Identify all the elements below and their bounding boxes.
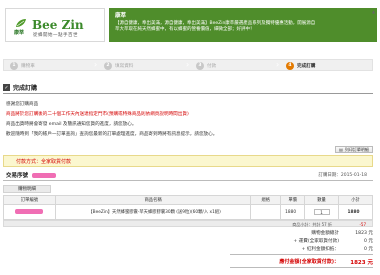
quantity-value: 1 <box>313 208 330 215</box>
followup-notice: 歡迎隨時到「我的帳戶一訂單查詢」查詢您最新的訂單處理進度，商品寄到時將有訊息提示… <box>6 132 218 137</box>
total-row: + 紅利金額扣抵： 0 元 <box>229 246 373 252</box>
order-id-cell <box>3 204 56 220</box>
step-label: 付款 <box>207 63 217 69</box>
chevron-right-icon: › <box>276 60 280 69</box>
check-icon: ✓ <box>3 84 10 91</box>
step-number: 4 <box>286 61 294 70</box>
print-button-label: 列印訂單明細 <box>344 146 369 152</box>
column-header: 商品名稱 <box>54 195 252 205</box>
email-notice: 商品出貨時將會寄發 email 及簡訊通知您貨的進度，請您放心。 <box>6 122 137 127</box>
print-order-button[interactable]: ▤ 列印訂單明細 <box>335 146 373 153</box>
leaf-icon <box>16 19 26 27</box>
column-header: 訂單編號 <box>3 195 56 205</box>
announcement-banner: 康萃 【源自健康，奉出美滿，源自健康，奉出美滿】BeeZin康萃嚴選產品系列及獨… <box>109 8 377 42</box>
order-items-table: 訂單編號 商品名稱 規格 單價 數量 小計 【BeeZin】天然蜂蜜膠囊-萃天蜂… <box>3 195 373 220</box>
banner-line: 萃大萃取在純天然蜂蜜中，有以蜂蜜的營養價值，細微全部；好評中！ <box>115 27 255 32</box>
table-row: 【BeeZin】天然蜂蜜膠囊-萃天蜂膠膠囊30顆 (送9粒)(60顆/入 x1組… <box>3 204 373 220</box>
discount-value: -57 <box>359 222 366 227</box>
divider <box>230 254 373 255</box>
bonus-label: + 紅利金額扣抵： <box>301 247 339 252</box>
column-header: 單價 <box>280 195 306 205</box>
step-payment: 3 付款 <box>196 61 216 70</box>
payment-method-box: 付款方式：全家取貨付款 <box>3 155 373 167</box>
delivery-notice: 商品將於您訂購後的二十個工作天內送達指定門市(預購或特殊商品則依網頁說明時間出貨… <box>6 112 189 117</box>
step-number: 1 <box>10 61 18 70</box>
column-header: 數量 <box>304 195 340 205</box>
price-cell: 1880 <box>280 204 306 220</box>
brand-logo[interactable]: 康萃 Bee Zin 從蜂開始一點手百世 <box>5 8 105 42</box>
total-row: + 運費(全家取貨付款) 0 元 <box>229 238 373 244</box>
column-header: 規格 <box>250 195 282 205</box>
order-number-label: 交易序號 <box>6 173 29 179</box>
printer-icon: ▤ <box>339 147 343 152</box>
order-id-redacted <box>15 208 44 214</box>
discount-bar: 商品小計：共計 57 折 -57 <box>3 220 373 227</box>
column-header: 小計 <box>338 195 373 205</box>
step-label: 購物車 <box>21 63 35 69</box>
final-total-label: 應付金額(全家取貨付款)： <box>279 259 339 265</box>
brand-cn-name: 康萃 <box>14 30 25 36</box>
order-number-redacted <box>32 172 57 178</box>
shipping-label: + 運費(全家取貨付款) <box>293 239 339 244</box>
site-header: 康萃 Bee Zin 從蜂開始一點手百世 康萃 【源自健康，奉出美滿，源自健康，… <box>0 0 380 48</box>
spec-cell <box>250 204 282 220</box>
payment-method: 付款方式：全家取貨付款 <box>16 158 72 165</box>
product-name-link[interactable]: 【BeeZin】天然蜂蜜膠囊-萃天蜂膠膠囊30顆 (送9粒)(60顆/入 x1組… <box>54 204 252 220</box>
section-heading: ✓ 完成訂購 <box>3 82 373 94</box>
table-header-row: 訂單編號 商品名稱 規格 單價 數量 小計 <box>3 195 373 205</box>
step-complete: 4 完成訂購 <box>286 61 315 70</box>
banner-title: 康萃 <box>115 13 127 19</box>
step-fill-info: 2 填寫資料 <box>104 61 133 70</box>
scroll-up-icon[interactable]: ▲ <box>372 9 376 14</box>
order-date: 訂購日期：2015-01-18 <box>318 173 367 178</box>
qty-cell: 1 <box>304 204 340 220</box>
divider <box>230 267 373 268</box>
step-number: 3 <box>196 61 204 70</box>
checkout-steps: 1 購物車 › 2 填寫資料 › 3 付款 › 4 完成訂購 <box>3 59 373 71</box>
brand-en-name: Bee Zin <box>32 18 84 32</box>
tab-purchase-details[interactable]: 購物明細 <box>3 185 51 193</box>
section-title: 完成訂購 <box>13 85 38 92</box>
subtotal-cell: 1880 <box>338 204 373 220</box>
total-value: 1823 元 <box>355 231 373 236</box>
thanks-message: 感謝您訂購商品 <box>6 102 39 107</box>
total-row: 購物金額總計 1823 元 <box>229 230 373 236</box>
order-info-row: 交易序號 訂購日期：2015-01-18 <box>3 170 373 181</box>
chevron-right-icon: › <box>94 60 98 69</box>
brand-slogan: 從蜂開始一點手百世 <box>33 33 78 38</box>
total-label: 購物金額總計 <box>311 231 339 236</box>
discount-label: 商品小計：共計 57 折 <box>292 222 332 227</box>
chevron-right-icon: › <box>186 60 190 69</box>
step-number: 2 <box>104 61 112 70</box>
final-total-row: 應付金額(全家取貨付款)： 1823 元 <box>229 258 373 266</box>
final-total-value: 1823 元 <box>350 260 373 266</box>
bonus-value: 0 元 <box>364 247 373 252</box>
step-cart: 1 購物車 <box>10 61 35 70</box>
shipping-value: 0 元 <box>364 239 373 244</box>
step-label: 完成訂購 <box>297 63 316 69</box>
step-label: 填寫資料 <box>115 63 134 69</box>
